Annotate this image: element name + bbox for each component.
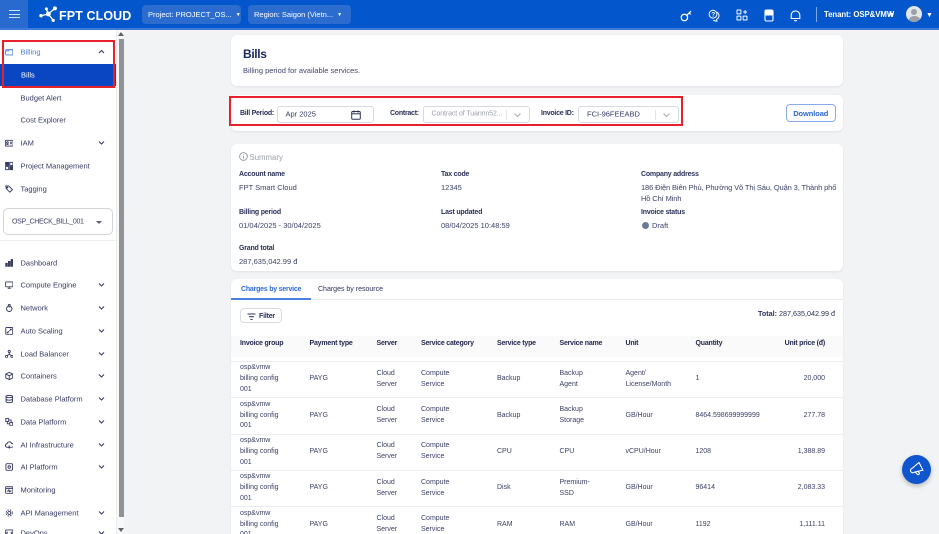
svg-text:?: ?	[711, 11, 715, 18]
